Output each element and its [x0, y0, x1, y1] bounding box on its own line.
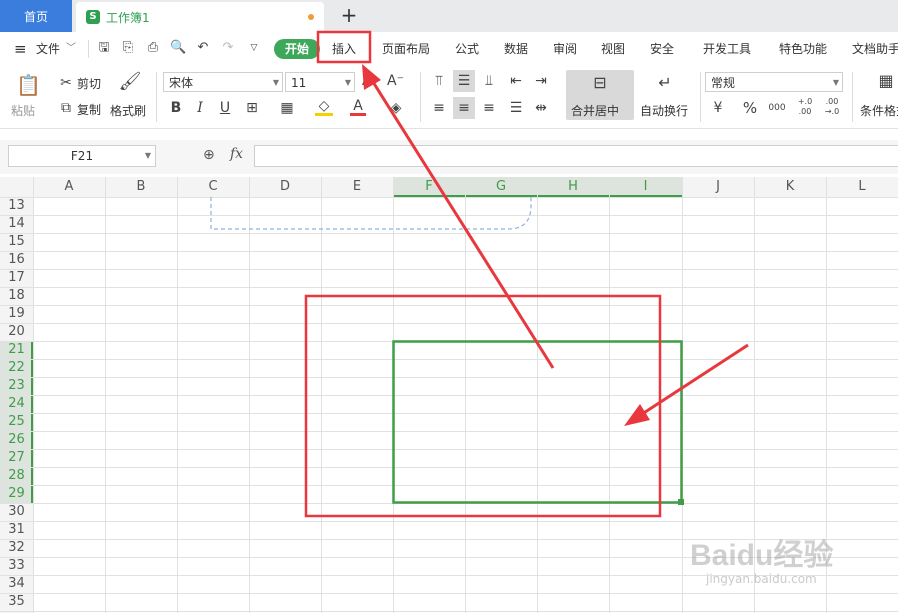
baidu-watermark-url: jingyan.baidu.com	[706, 572, 817, 586]
annotation-box-insert-tab	[316, 30, 372, 64]
sheet-grid[interactable]	[0, 0, 898, 613]
arrowhead-down-icon	[624, 404, 650, 426]
arrowhead-up-icon	[362, 64, 381, 90]
annotation-box-range	[304, 294, 662, 518]
annotation-arrow-to-range	[635, 343, 749, 420]
fill-handle	[678, 499, 684, 505]
dashed-shape-outline	[210, 197, 532, 230]
baidu-watermark: Baidu经验	[690, 539, 834, 572]
